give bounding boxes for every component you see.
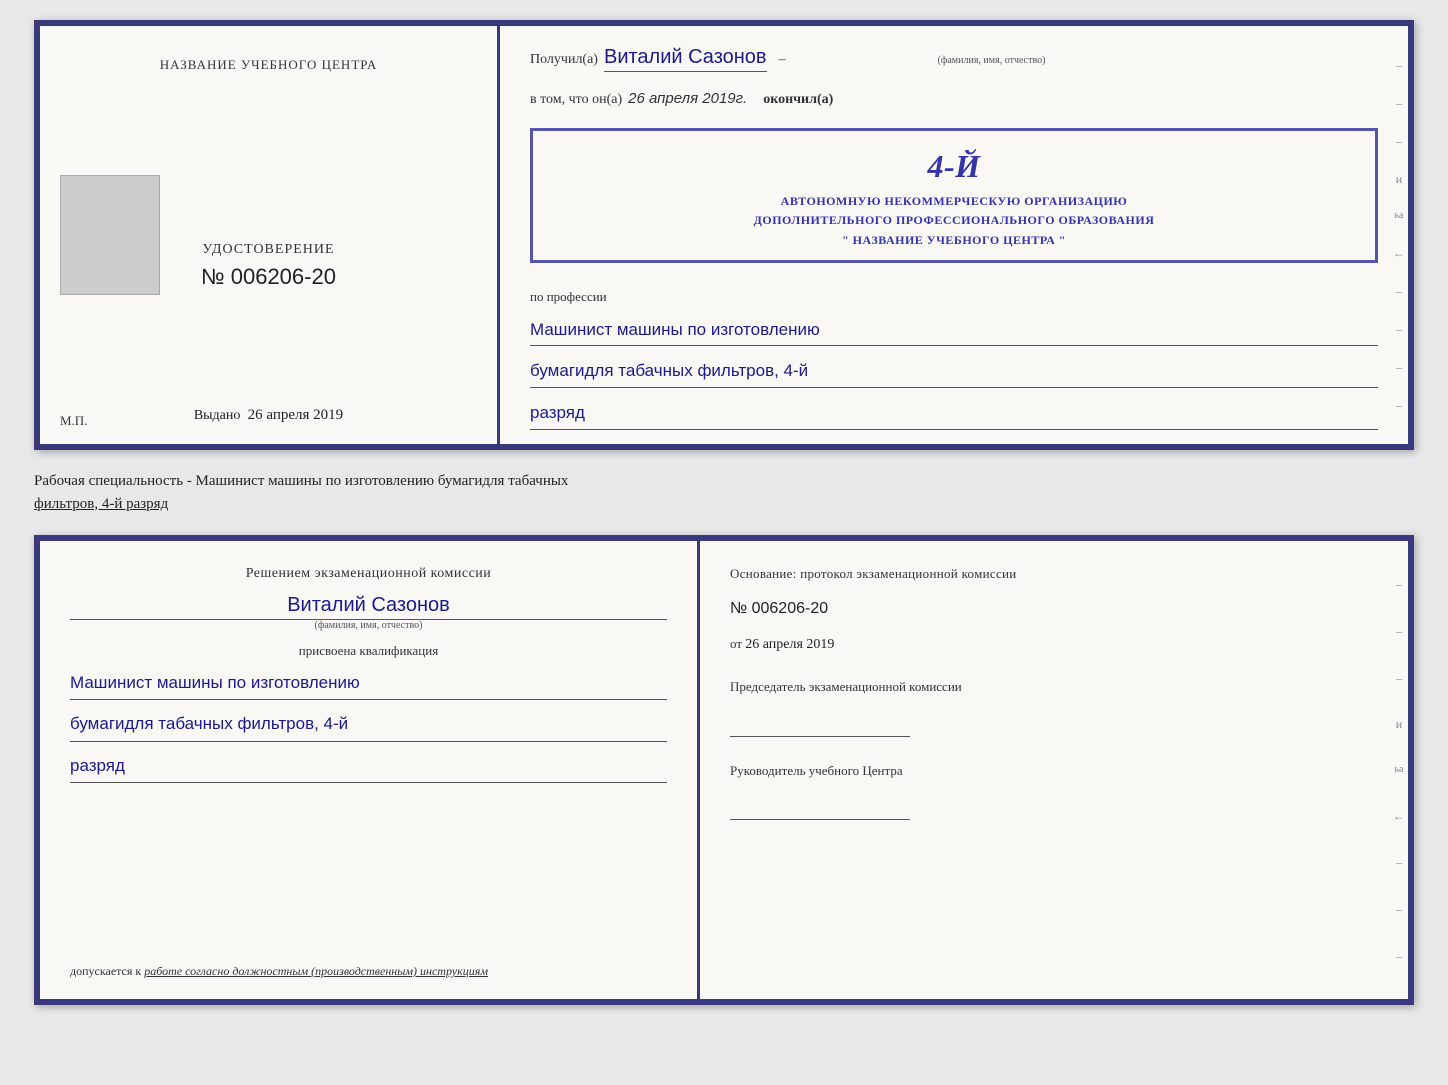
prot-number: № 006206-20 — [730, 600, 1378, 618]
cert-issued: Выдано 26 апреля 2019 — [194, 407, 343, 424]
stamp-line3: ДОПОЛНИТЕЛЬНОГО ПРОФЕССИОНАЛЬНОГО ОБРАЗО… — [549, 211, 1359, 230]
between-label: Рабочая специальность - Машинист машины … — [34, 466, 1414, 519]
right-dashes: – – – и ьа ← – – – – — [1390, 26, 1408, 444]
prisvoena-label: присвоена квалификация — [70, 643, 667, 659]
profession-line1: Машинист машины по изготовлению — [530, 315, 1378, 347]
cert-number-block: УДОСТОВЕРЕНИЕ № 006206-20 — [201, 74, 336, 397]
stamp-line4: " НАЗВАНИЕ УЧЕБНОГО ЦЕНТРА " — [549, 231, 1359, 250]
cert-school-title: НАЗВАНИЕ УЧЕБНОГО ЦЕНТРА — [160, 56, 377, 74]
name-sublabel: (фамилия, имя, отчество) — [938, 55, 1046, 66]
stamp-line2: АВТОНОМНУЮ НЕКОММЕРЧЕСКУЮ ОРГАНИЗАЦИЮ — [549, 192, 1359, 211]
recipient-name: Виталий Сазонов — [604, 46, 767, 72]
po-professii-label: по профессии — [530, 289, 1378, 305]
between-text-normal: Рабочая специальность - Машинист машины … — [34, 473, 568, 489]
dopuskaetsya: допускается к работе согласно должностны… — [70, 964, 667, 979]
between-text-underline: фильтров, 4-й разряд — [34, 496, 168, 512]
dopuskaetsya-label: допускается к — [70, 964, 141, 978]
cert-left-panel: НАЗВАНИЕ УЧЕБНОГО ЦЕНТРА УДОСТОВЕРЕНИЕ №… — [40, 26, 500, 444]
cert-bottom-right: Основание: протокол экзаменационной коми… — [700, 541, 1408, 999]
profession-line3: разряд — [530, 398, 1378, 430]
rukov-label: Руководитель учебного Центра — [730, 761, 1378, 781]
handwritten-date: 26 апреля 2019г. — [628, 90, 747, 107]
qualification-line2: бумагидля табачных фильтров, 4-й — [70, 708, 667, 741]
cert-bottom-left: Решением экзаменационной комиссии Витали… — [40, 541, 700, 999]
profession-line2: бумагидля табачных фильтров, 4-й — [530, 356, 1378, 388]
okonchil-label: окончил(а) — [763, 92, 833, 108]
chairman-label: Председатель экзаменационной комиссии — [730, 677, 1378, 697]
bottom-name: Виталий Сазонов — [70, 594, 667, 620]
dopuskaetsya-val: работе согласно должностным (производств… — [144, 964, 488, 978]
osnov-label: Основание: протокол экзаменационной коми… — [730, 566, 1378, 582]
received-label: Получил(а) — [530, 52, 598, 68]
rukov-signature-line — [730, 798, 910, 820]
prot-date-val: 26 апреля 2019 — [745, 637, 834, 652]
photo-placeholder — [60, 175, 160, 295]
issued-date: 26 апреля 2019 — [248, 407, 344, 423]
prot-date: от 26 апреля 2019 — [730, 636, 1378, 653]
vtom-label: в том, что он(а) — [530, 92, 622, 108]
stamp-block: 4-й АВТОНОМНУЮ НЕКОММЕРЧЕСКУЮ ОРГАНИЗАЦИ… — [530, 128, 1378, 263]
bottom-right-dashes: – – – и ьа ← – – – — [1390, 541, 1408, 999]
chairman-signature-line — [730, 715, 910, 737]
mp-label: М.П. — [60, 413, 87, 429]
qualification-line1: Машинист машины по изготовлению — [70, 667, 667, 700]
cert-number: № 006206-20 — [201, 264, 336, 290]
komissia-title: Решением экзаменационной комиссии — [70, 566, 667, 582]
top-certificate: НАЗВАНИЕ УЧЕБНОГО ЦЕНТРА УДОСТОВЕРЕНИЕ №… — [34, 20, 1414, 450]
qualification-line3: разряд — [70, 750, 667, 783]
prot-ot: от — [730, 636, 742, 651]
issued-label: Выдано — [194, 408, 241, 423]
cert-right-panel: Получил(а) Виталий Сазонов – (фамилия, и… — [500, 26, 1408, 444]
bottom-certificate: Решением экзаменационной комиссии Витали… — [34, 535, 1414, 1005]
vtom-line: в том, что он(а) 26 апреля 2019г. окончи… — [530, 90, 1378, 108]
received-line: Получил(а) Виталий Сазонов – (фамилия, и… — [530, 46, 1378, 72]
cert-udost-label: УДОСТОВЕРЕНИЕ — [201, 242, 336, 258]
stamp-number: 4-й — [549, 141, 1359, 192]
bottom-name-sub: (фамилия, имя, отчество) — [70, 620, 667, 631]
